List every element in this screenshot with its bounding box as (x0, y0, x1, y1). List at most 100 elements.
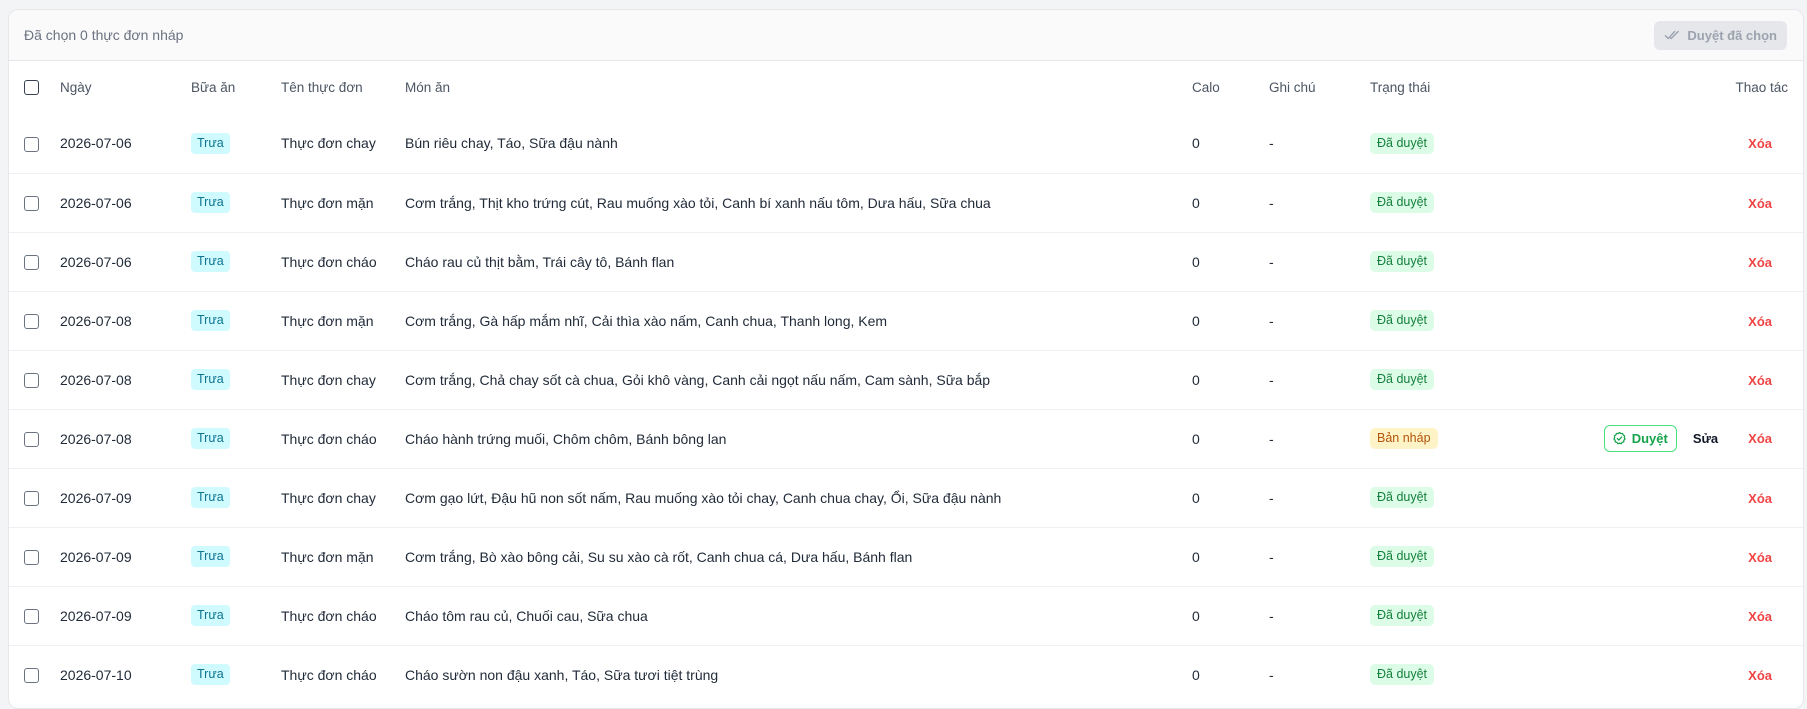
delete-link[interactable]: Xóa (1748, 314, 1772, 329)
status-badge: Bản nháp (1370, 428, 1438, 449)
delete-link[interactable]: Xóa (1748, 431, 1772, 446)
row-dishes: Cơm gạo lứt, Đậu hũ non sốt nấm, Rau muố… (405, 467, 1192, 527)
row-menu-name: Thực đơn cháo (281, 644, 405, 704)
row-menu-name: Thực đơn cháo (281, 585, 405, 645)
row-dishes: Cơm trắng, Thịt kho trứng cút, Rau muống… (405, 172, 1192, 232)
meal-tag: Trưa (191, 487, 230, 508)
row-calories: 0 (1192, 644, 1269, 704)
row-note: - (1269, 526, 1370, 586)
row-checkbox[interactable] (24, 372, 39, 388)
row-note: - (1269, 585, 1370, 645)
table-toolbar: Đã chọn 0 thực đơn nháp Duyệt đã chọn (9, 10, 1803, 61)
delete-link[interactable]: Xóa (1748, 609, 1772, 624)
bulk-approve-button[interactable]: Duyệt đã chọn (1654, 20, 1787, 50)
row-checkbox[interactable] (24, 136, 39, 152)
column-header-date: Ngày (60, 80, 92, 95)
status-badge: Đã duyệt (1370, 369, 1435, 390)
select-all-checkbox[interactable] (24, 80, 39, 96)
approve-button[interactable]: Duyệt (1603, 425, 1677, 452)
row-dishes: Cháo tôm rau củ, Chuối cau, Sữa chua (405, 585, 1192, 645)
table-row: 2026-07-09 Trưa Thực đơn cháo Cháo tôm r… (9, 585, 1803, 645)
meal-tag: Trưa (191, 546, 230, 567)
row-note: - (1269, 467, 1370, 527)
row-checkbox[interactable] (24, 313, 39, 329)
row-dishes: Cơm trắng, Bò xào bông cải, Su su xào cà… (405, 526, 1192, 586)
column-header-menu-name: Tên thực đơn (281, 80, 363, 95)
row-date: 2026-07-06 (53, 172, 191, 232)
row-checkbox[interactable] (24, 431, 39, 447)
row-note: - (1269, 644, 1370, 704)
column-header-status: Trạng thái (1370, 80, 1431, 95)
delete-link[interactable]: Xóa (1748, 196, 1772, 211)
delete-link[interactable]: Xóa (1748, 668, 1772, 683)
row-actions: Xóa (1748, 136, 1788, 151)
row-checkbox[interactable] (24, 549, 39, 565)
status-badge: Đã duyệt (1370, 192, 1435, 213)
column-header-meal: Bữa ăn (191, 80, 236, 95)
table-row: 2026-07-10 Trưa Thực đơn cháo Cháo sườn … (9, 644, 1803, 704)
row-date: 2026-07-06 (53, 231, 191, 291)
delete-link[interactable]: Xóa (1748, 550, 1772, 565)
meal-tag: Trưa (191, 192, 230, 213)
row-menu-name: Thực đơn mặn (281, 526, 405, 586)
row-note: - (1269, 172, 1370, 232)
row-checkbox[interactable] (24, 668, 39, 684)
approve-label: Duyệt (1631, 431, 1668, 446)
row-calories: 0 (1192, 290, 1269, 350)
row-date: 2026-07-06 (60, 135, 132, 152)
delete-link[interactable]: Xóa (1748, 255, 1772, 270)
check-circle-icon (1613, 431, 1626, 445)
status-badge: Đã duyệt (1370, 605, 1435, 626)
meal-tag: Trưa (191, 664, 230, 686)
table-row: 2026-07-08 Trưa Thực đơn chay Cơm trắng,… (9, 349, 1803, 409)
row-date: 2026-07-08 (53, 408, 191, 468)
table-row: 2026-07-06 Trưa Thực đơn mặn Cơm trắng, … (9, 172, 1803, 232)
column-header-actions: Thao tác (1735, 80, 1788, 95)
bulk-approve-label: Duyệt đã chọn (1687, 27, 1777, 43)
delete-link[interactable]: Xóa (1748, 491, 1772, 506)
row-dishes: Cháo rau củ thịt bằm, Trái cây tô, Bánh … (405, 231, 1192, 291)
row-menu-name: Thực đơn chay (281, 349, 405, 409)
delete-link[interactable]: Xóa (1748, 136, 1772, 151)
row-date: 2026-07-08 (53, 349, 191, 409)
row-calories: 0 (1192, 172, 1269, 232)
row-checkbox[interactable] (24, 195, 39, 211)
row-note: - (1269, 290, 1370, 350)
row-dishes: Cơm trắng, Gà hấp mắm nhĩ, Cải thìa xào … (405, 290, 1192, 350)
status-badge: Đã duyệt (1370, 132, 1435, 154)
row-date: 2026-07-09 (53, 467, 191, 527)
row-actions: Duyệt Sửa Xóa (1603, 425, 1788, 452)
status-badge: Đã duyệt (1370, 546, 1435, 567)
row-note: - (1269, 135, 1274, 152)
meal-tag: Trưa (191, 605, 230, 626)
column-header-note: Ghi chú (1269, 80, 1316, 95)
row-menu-name: Thực đơn mặn (281, 290, 405, 350)
row-actions: Xóa (1748, 373, 1788, 388)
row-checkbox[interactable] (24, 254, 39, 270)
row-checkbox[interactable] (24, 490, 39, 506)
row-menu-name: Thực đơn cháo (281, 231, 405, 291)
row-actions: Xóa (1748, 550, 1788, 565)
row-actions: Xóa (1748, 196, 1788, 211)
row-note: - (1269, 408, 1370, 468)
row-dishes: Cháo hành trứng muối, Chôm chôm, Bánh bô… (405, 408, 1192, 468)
table-row: 2026-07-08 Trưa Thực đơn cháo Cháo hành … (9, 408, 1803, 468)
row-calories: 0 (1192, 585, 1269, 645)
delete-link[interactable]: Xóa (1748, 373, 1772, 388)
row-dishes: Cháo sườn non đậu xanh, Táo, Sữa tươi ti… (405, 644, 1192, 704)
row-actions: Xóa (1748, 609, 1788, 624)
status-badge: Đã duyệt (1370, 664, 1435, 686)
row-calories: 0 (1192, 526, 1269, 586)
meal-tag: Trưa (191, 251, 230, 272)
row-actions: Xóa (1748, 314, 1788, 329)
row-calories: 0 (1192, 408, 1269, 468)
status-badge: Đã duyệt (1370, 487, 1435, 508)
meal-tag: Trưa (191, 132, 230, 154)
row-menu-name: Thực đơn chay (281, 135, 376, 152)
edit-link[interactable]: Sửa (1693, 431, 1718, 446)
row-menu-name: Thực đơn mặn (281, 172, 405, 232)
row-checkbox[interactable] (24, 608, 39, 624)
row-date: 2026-07-09 (53, 585, 191, 645)
row-menu-name: Thực đơn cháo (281, 408, 405, 468)
row-actions: Xóa (1748, 255, 1788, 270)
